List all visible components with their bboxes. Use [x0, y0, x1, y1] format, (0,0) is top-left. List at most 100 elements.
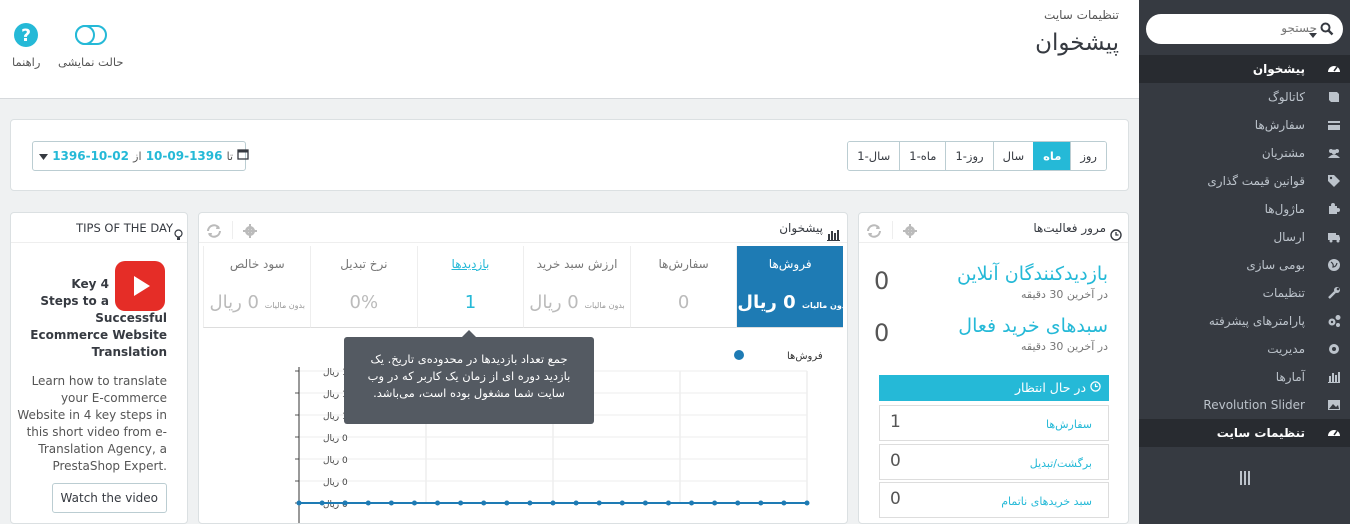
date-to: 1396-10-02 [52, 149, 129, 163]
chevron-down-icon [39, 149, 52, 163]
sidebar-menu: پیشخوان کاتالوگ سفارش‌ها مشتریان قوانین … [1139, 55, 1350, 447]
search-input[interactable] [1167, 21, 1317, 35]
sidebar-item-label: مدیریت [1267, 342, 1305, 356]
kpi-value: 0 [677, 292, 690, 313]
video-title-line: Ecommerce Website [30, 328, 167, 342]
period-prev-year[interactable]: سال-1 [848, 142, 900, 170]
wrench-icon [1328, 287, 1340, 299]
kpi-label: فروش‌ها [768, 257, 812, 271]
refresh-icon[interactable] [205, 224, 227, 242]
data-point [735, 500, 741, 506]
svg-text:?: ? [21, 26, 31, 46]
data-point [504, 500, 510, 506]
kpi-tax-note: بدون مالیات [584, 301, 625, 310]
data-point [596, 500, 602, 506]
calendar-icon [237, 149, 249, 163]
breadcrumb[interactable]: تنظیمات سایت [1044, 8, 1119, 22]
active-carts-sub: در آخرین 30 دقیقه [1020, 340, 1108, 353]
pending-value: 0 [890, 451, 901, 471]
sidebar-item-shipping[interactable]: ارسال [1139, 223, 1350, 251]
collapse-menu-icon[interactable] [1239, 470, 1253, 489]
period-month[interactable]: ماه [1033, 142, 1071, 170]
kpi-value: 0% [349, 292, 379, 313]
truck-icon [1328, 233, 1340, 243]
dashboard-icon [1328, 66, 1340, 72]
active-carts-label[interactable]: سبدهای خرید فعال [874, 315, 1108, 337]
gear-icon[interactable] [902, 224, 918, 242]
pending-label[interactable]: سبد خریدهای ناتمام [1001, 495, 1092, 508]
pending-abandoned-carts-row[interactable]: سبد خریدهای ناتمام 0 [879, 482, 1109, 518]
help-button[interactable]: ? راهنما [12, 22, 40, 69]
active-carts-stat: سبدهای خرید فعال در آخرین 30 دقیقه 0 [874, 315, 1108, 353]
period-year[interactable]: سال [992, 142, 1034, 170]
chevron-down-icon[interactable] [1309, 27, 1317, 41]
kpi-net-profit[interactable]: سود خالص بدون مالیات 0 ریال [203, 246, 311, 328]
sidebar-item-orders[interactable]: سفارش‌ها [1139, 111, 1350, 139]
y-tick-label: 0 ریال [323, 434, 348, 444]
watch-video-button[interactable]: Watch the video [51, 483, 167, 513]
kpi-orders[interactable]: سفارش‌ها 0 [629, 246, 737, 328]
sidebar-item-customers[interactable]: مشتریان [1139, 139, 1350, 167]
tag-icon [1328, 175, 1340, 187]
date-to-prefix: تا [226, 150, 234, 163]
kpi-sales[interactable]: فروش‌ها بدون مالیات 0 ریال [736, 246, 847, 328]
sidebar-item-administration[interactable]: مدیریت [1139, 335, 1350, 363]
kpi-label[interactable]: بازدیدها [418, 257, 524, 271]
page-title: پیشخوان [1035, 30, 1119, 56]
kpi-label: سفارش‌ها [658, 257, 709, 271]
sidebar-item-stats[interactable]: آمارها [1139, 363, 1350, 391]
sidebar-item-label: مشتریان [1261, 146, 1305, 160]
panel-tools [865, 221, 918, 242]
online-visitors-label[interactable]: بازدیدکنندگان آنلاین [874, 263, 1108, 285]
video-title[interactable]: Key 4 Steps to a Successful Ecommerce We… [27, 276, 167, 361]
refresh-icon[interactable] [865, 224, 887, 242]
data-point [642, 500, 648, 506]
period-selector: روز ماه سال روز-1 ماه-1 سال-1 [847, 141, 1107, 171]
data-point [365, 500, 371, 506]
bar-chart-icon [1328, 372, 1340, 383]
sidebar-item-label: Revolution Slider [1203, 398, 1305, 412]
data-point [550, 500, 556, 506]
sidebar-item-price-rules[interactable]: قوانین قیمت گذاری [1139, 167, 1350, 195]
data-point [296, 500, 302, 506]
pending-label[interactable]: برگشت/تبدیل [1030, 457, 1092, 470]
kpi-value: 1 [464, 292, 477, 313]
pending-returns-row[interactable]: برگشت/تبدیل 0 [879, 444, 1109, 480]
pending-orders-row[interactable]: سفارش‌ها 1 [879, 405, 1109, 441]
date-range-bar: 1396-10-02 تا 1396-09-10 از روز ماه سال … [10, 119, 1129, 191]
pending-label[interactable]: سفارش‌ها [1046, 418, 1092, 431]
kpi-cart-value[interactable]: ارزش سبد خرید بدون مالیات 0 ریال [523, 246, 630, 328]
y-tick-label: 0 ریال [323, 478, 348, 488]
online-visitors-stat: بازدیدکنندگان آنلاین در آخرین 30 دقیقه 0 [874, 263, 1108, 301]
sidebar-item-catalog[interactable]: کاتالوگ [1139, 83, 1350, 111]
gear-icon[interactable] [242, 224, 258, 242]
online-visitors-sub: در آخرین 30 دقیقه [1020, 288, 1108, 301]
video-title-line: Steps to a [40, 294, 109, 308]
demo-mode-button[interactable]: حالت نمایشی [58, 22, 123, 69]
period-prev-month[interactable]: ماه-1 [899, 142, 946, 170]
sidebar-item-modules[interactable]: ماژول‌ها [1139, 195, 1350, 223]
kpi-visits[interactable]: بازدیدها 1 [416, 246, 524, 328]
legend-marker [734, 350, 744, 360]
globe-icon [1328, 259, 1340, 271]
video-title-line: Successful [95, 311, 167, 325]
period-day[interactable]: روز [1070, 142, 1106, 170]
kpi-row: فروش‌ها بدون مالیات 0 ریال سفارش‌ها 0 ار… [203, 246, 847, 328]
tips-panel: TIPS OF THE DAY Key 4 Steps to a Success… [10, 212, 188, 524]
sidebar-item-dashboard[interactable]: پیشخوان [1139, 55, 1350, 83]
y-tick-label: 0 ریال [323, 456, 348, 466]
period-prev-day[interactable]: روز-1 [945, 142, 993, 170]
sidebar-item-settings[interactable]: تنظیمات [1139, 279, 1350, 307]
sidebar-item-site-settings[interactable]: تنظیمات سایت [1139, 419, 1350, 447]
search-icon[interactable] [1320, 22, 1334, 39]
sidebar-item-localization[interactable]: بومی سازی [1139, 251, 1350, 279]
sidebar-item-label: کاتالوگ [1268, 90, 1305, 104]
sidebar-item-revolution-slider[interactable]: Revolution Slider [1139, 391, 1350, 419]
sidebar-item-advanced-parameters[interactable]: پارامترهای پیشرفته [1139, 307, 1350, 335]
date-range-picker[interactable]: 1396-10-02 تا 1396-09-10 از [32, 141, 249, 171]
kpi-conversion-rate[interactable]: نرخ تبدیل 0% [310, 246, 417, 328]
sidebar-item-label: پیشخوان [1252, 62, 1305, 76]
data-point [689, 500, 695, 506]
data-point [781, 500, 787, 506]
book-icon [1329, 92, 1339, 102]
